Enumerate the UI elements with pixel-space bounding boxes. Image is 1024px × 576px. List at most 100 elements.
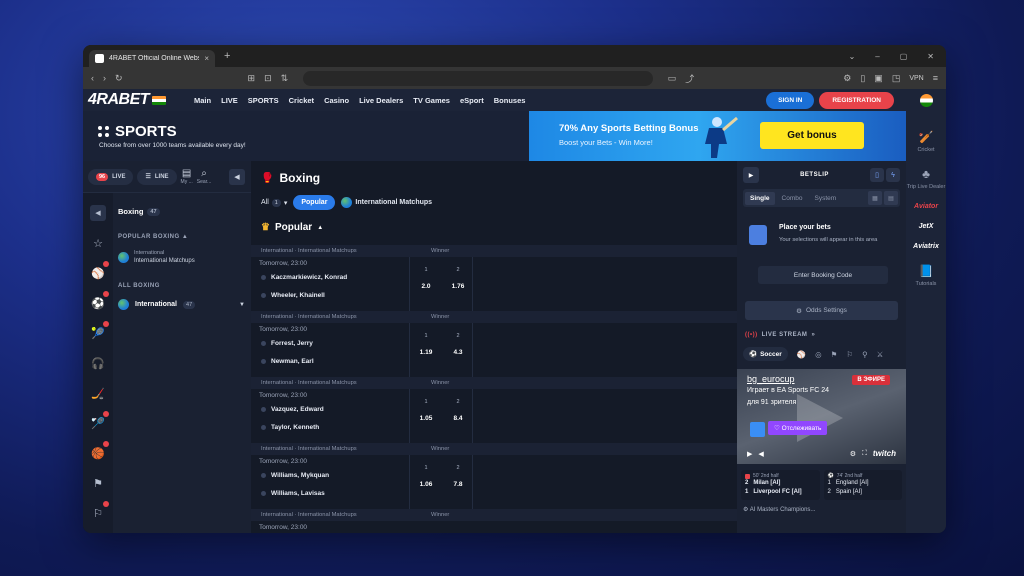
minimize-icon[interactable]: – <box>875 52 879 61</box>
rail-cricket[interactable]: 🏏 Cricket <box>917 129 934 153</box>
new-tab-button[interactable]: + <box>224 50 230 62</box>
menu-casino[interactable]: Casino <box>324 96 349 105</box>
site-settings-icon[interactable]: ⇅ <box>281 73 289 84</box>
screenshot-icon[interactable]: ◳ <box>892 73 901 84</box>
headset-icon[interactable]: 🎧 <box>90 355 106 371</box>
menu-bonuses[interactable]: Bonuses <box>494 96 526 105</box>
extensions-icon[interactable]: ⚙ <box>843 73 851 84</box>
expand-betslip-button[interactable]: ▶ <box>743 167 759 183</box>
close-tab-icon[interactable]: × <box>204 54 209 63</box>
fifa-esport-icon[interactable]: ⚐ <box>90 501 109 521</box>
menu-live[interactable]: LIVE <box>221 96 238 105</box>
stream-player[interactable]: bg_eurocup Играет в EA Sports FC 24 для … <box>737 369 906 464</box>
registration-button[interactable]: REGISTRATION <box>819 91 894 109</box>
follow-button[interactable]: ♡ Отслеживать <box>768 421 828 435</box>
popular-section[interactable]: POPULAR BOXING ▲ <box>118 234 247 240</box>
cast-icon[interactable]: ▭ <box>668 73 677 84</box>
odds-button-1[interactable]: 1.19 <box>410 349 442 356</box>
cricket-icon[interactable]: ⚾ <box>90 261 109 281</box>
fifa-icon[interactable]: ⚑ <box>90 475 106 491</box>
stream-soccer-tab[interactable]: ⚽ Soccer <box>743 347 788 361</box>
odds-button-2[interactable]: 8.4 <box>442 415 474 422</box>
event-row[interactable]: Tomorrow, 23:00 Vazquez, Edward Taylor, … <box>251 389 737 443</box>
lightning-icon[interactable]: ϟ <box>886 168 900 182</box>
trash-icon[interactable]: ▦ <box>868 191 882 205</box>
badminton-icon[interactable]: 🏸 <box>90 411 109 431</box>
odds-button-2[interactable]: 1.76 <box>442 283 474 290</box>
tennis-icon[interactable]: 🎾 <box>90 321 109 341</box>
runner-icon[interactable]: ⚲ <box>862 350 868 359</box>
logo[interactable]: 4RABET <box>88 91 167 109</box>
odds-button-1[interactable]: 1.06 <box>410 481 442 488</box>
tab-combo[interactable]: Combo <box>777 192 808 205</box>
odds-button-1[interactable]: 2.0 <box>410 283 442 290</box>
event-row[interactable]: Tomorrow, 23:00 <box>251 521 737 533</box>
stream-channel[interactable]: bg_eurocup <box>747 374 795 384</box>
rail-aviatrix[interactable]: Aviatrix <box>913 243 939 250</box>
odds-button-1[interactable]: 1.05 <box>410 415 442 422</box>
rail-jetx[interactable]: JetX <box>919 223 934 230</box>
sport-title[interactable]: Boxing 47 <box>118 207 247 216</box>
event-row[interactable]: Tomorrow, 23:00 Williams, Mykquan Willia… <box>251 455 737 509</box>
booking-code-input[interactable]: Enter Booking Code <box>758 266 888 284</box>
live-match-card[interactable]: ⚽ 74' 2nd half 1 England [AI] 2 Spain [AI] <box>823 470 902 500</box>
fullscreen-icon[interactable]: ⛶ <box>862 450 867 458</box>
menu-live-dealers[interactable]: Live Dealers <box>359 96 403 105</box>
chevron-down-icon[interactable]: ⌄ <box>849 52 856 61</box>
event-row[interactable]: Tomorrow, 23:00 Forrest, Jerry Newman, E… <box>251 323 737 377</box>
copy-icon[interactable]: ▤ <box>884 191 898 205</box>
rail-aviator[interactable]: Aviator <box>914 203 938 210</box>
maximize-icon[interactable]: ▢ <box>900 52 908 61</box>
hockey-icon[interactable]: 🏒 <box>90 385 106 401</box>
live-stream-heading[interactable]: ((•)) LIVE STREAM» <box>745 332 898 338</box>
tab-single[interactable]: Single <box>745 191 775 205</box>
live-toggle[interactable]: 96 LIVE <box>88 168 134 185</box>
sidebar-icon[interactable]: ▯ <box>860 73 865 84</box>
event-row[interactable]: Tomorrow, 23:00 Kaczmarkiewicz, Konrad W… <box>251 257 737 311</box>
search-button[interactable]: ⌕ Sear... <box>197 168 211 185</box>
odds-settings-button[interactable]: ⚙ Odds Settings <box>745 301 898 320</box>
volume-icon[interactable]: ◀ <box>758 450 763 458</box>
forward-icon[interactable]: › <box>103 73 106 83</box>
betslip-list-icon[interactable]: ▯ <box>870 168 884 182</box>
grid-icon[interactable]: ⊞ <box>248 73 256 84</box>
hockey-icon[interactable]: ⚔ <box>877 350 884 359</box>
popular-league-item[interactable]: International International Matchups <box>118 249 247 265</box>
rail-trip-live-dealer[interactable]: ♣ Trip Live Dealer <box>907 166 946 190</box>
collapse-sidebar-button[interactable]: ◀ <box>229 168 245 185</box>
soccer-icon[interactable]: ⚽ <box>90 291 109 311</box>
line-toggle[interactable]: ☰ LINE <box>137 168 177 185</box>
star-icon[interactable]: ☆ <box>90 235 106 251</box>
filter-international[interactable]: International Matchups <box>341 197 432 208</box>
share-icon[interactable]: ⤴ <box>685 72 694 85</box>
close-window-icon[interactable]: ✕ <box>927 52 934 61</box>
url-field[interactable] <box>303 70 653 86</box>
menu-cricket[interactable]: Cricket <box>289 96 314 105</box>
sign-in-button[interactable]: SIGN IN <box>766 91 815 109</box>
tennis-icon[interactable]: ⚾ <box>797 350 806 359</box>
filter-popular[interactable]: Popular <box>293 195 336 210</box>
bonus-banner[interactable]: 70% Any Sports Betting Bonus Boost your … <box>529 111 906 161</box>
vpn-badge[interactable]: VPN <box>909 75 923 82</box>
odds-button-2[interactable]: 4.3 <box>442 349 474 356</box>
live-match-card[interactable]: 50' 2nd half 2 Milan [AI] 1 Liverpool FC [… <box>741 470 820 500</box>
bookmark-icon[interactable]: ⊡ <box>264 73 272 84</box>
menu-esport[interactable]: eSport <box>460 96 484 105</box>
odds-button-2[interactable]: 7.8 <box>442 481 474 488</box>
settings-icon[interactable]: ⚙ <box>850 450 856 458</box>
fifa-esport-icon[interactable]: ⚐ <box>846 350 853 359</box>
basketball-icon[interactable]: 🏀 <box>90 441 109 461</box>
language-selector[interactable] <box>906 89 946 111</box>
wallet-icon[interactable]: ▣ <box>874 73 883 84</box>
basketball-icon[interactable]: ◎ <box>815 350 822 359</box>
rail-tutorials[interactable]: 📘 Tutorials <box>916 263 937 287</box>
menu-main[interactable]: Main <box>194 96 211 105</box>
filter-all[interactable]: All 1 ▾ <box>261 198 287 207</box>
my-bets-button[interactable]: ▤ My ... <box>181 168 193 185</box>
menu-sports[interactable]: SPORTS <box>248 96 279 105</box>
browser-tab[interactable]: 4RABET Official Online Website × <box>89 50 215 67</box>
menu-icon[interactable]: ≡ <box>933 73 938 83</box>
fifa-icon[interactable]: ⚑ <box>831 350 838 359</box>
popular-heading[interactable]: ♛ Popular ▲ <box>261 222 323 233</box>
back-button[interactable]: ◀ <box>90 205 106 221</box>
